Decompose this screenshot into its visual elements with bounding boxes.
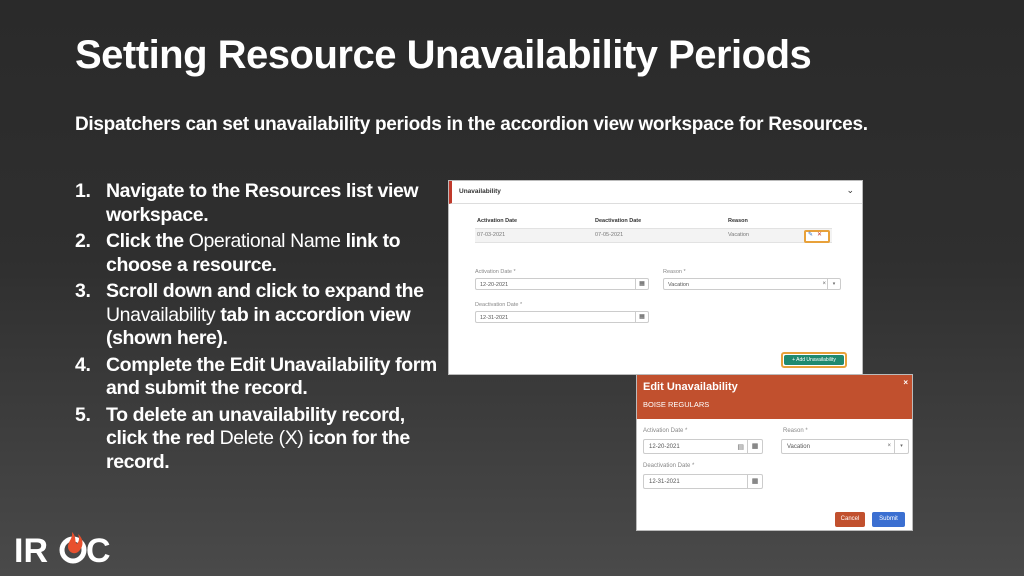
step-emphasis: Operational Name (188, 230, 341, 252)
calendar-icon[interactable]: ▦ (747, 475, 762, 488)
deactivation-label: Deactivation Date * (475, 302, 523, 308)
step-item: 5. To delete an unavailability record, c… (75, 404, 445, 475)
edit-icon[interactable]: ✎ (808, 231, 813, 238)
submit-button[interactable]: Submit (872, 512, 905, 527)
step-text: Complete the Edit Unavailability form an… (106, 353, 437, 400)
modal-header: Edit Unavailability BOISE REGULARS × (637, 375, 912, 419)
activation-label: Activation Date * (475, 269, 516, 275)
step-number: 2. (75, 230, 91, 252)
chevron-down-icon[interactable]: ▾ (894, 440, 908, 453)
cell-activation: 07-03-2021 (477, 232, 506, 238)
iroc-logo: IR C (14, 528, 114, 570)
clear-icon[interactable]: × (822, 281, 826, 287)
accordion-header[interactable]: Unavailability ⌄ (449, 181, 862, 204)
row-actions: ✎ ✕ (804, 230, 830, 243)
step-text: Scroll down and click to expand the (106, 280, 424, 302)
step-item: 1. Navigate to the Resources list view w… (75, 180, 445, 227)
chevron-down-icon[interactable]: ▾ (827, 279, 840, 289)
reason-label: Reason * (783, 428, 808, 434)
calendar-icon[interactable]: ▦ (747, 440, 762, 453)
modal-subtitle: BOISE REGULARS (643, 400, 710, 409)
step-text: Navigate to the Resources list view work… (106, 180, 419, 226)
accordion-title: Unavailability (459, 188, 501, 195)
step-item: 2. Click the Operational Name link to ch… (75, 230, 445, 277)
reason-select[interactable]: Vacation × ▾ (781, 439, 909, 454)
deactivation-input[interactable]: 12-31-2021 ▦ (643, 474, 763, 489)
add-unavailability-highlight: + Add Unavailability (781, 352, 847, 368)
activation-label: Activation Date * (643, 428, 688, 434)
slide-subtitle: Dispatchers can set unavailability perio… (75, 114, 868, 135)
column-reason: Reason (728, 218, 748, 224)
step-number: 5. (75, 403, 91, 426)
activation-value: 12-20-2021 (649, 444, 680, 450)
step-number: 1. (75, 180, 91, 202)
iroc-logo-graphic: IR C (14, 532, 111, 570)
activation-input[interactable]: 12-20-2021 ▤ ▦ (643, 439, 763, 454)
calendar-icon[interactable]: ▦ (635, 312, 648, 322)
step-emphasis: Delete (X) (219, 427, 304, 449)
reason-select[interactable]: Vacation × ▾ (663, 278, 841, 290)
step-text: Click the (106, 230, 189, 252)
modal-title: Edit Unavailability (643, 381, 738, 393)
close-icon[interactable]: × (903, 378, 908, 387)
table-row[interactable]: 07-03-2021 07-05-2021 Vacation ✎ ✕ (475, 228, 832, 243)
clear-icon[interactable]: × (887, 443, 891, 449)
clear-date-icon[interactable]: ▤ (737, 443, 744, 451)
table-header: Activation Date Deactivation Date Reason (475, 215, 832, 225)
deactivation-value: 12-31-2021 (649, 479, 680, 485)
step-number: 3. (75, 280, 91, 302)
step-item: 3. Scroll down and click to expand the U… (75, 280, 445, 351)
delete-icon[interactable]: ✕ (817, 231, 822, 238)
column-activation: Activation Date (477, 218, 518, 224)
cell-deactivation: 07-05-2021 (595, 232, 624, 238)
deactivation-value: 12-31-2021 (480, 315, 509, 321)
steps-list: 1. Navigate to the Resources list view w… (75, 180, 445, 477)
step-item: 4. Complete the Edit Unavailability form… (75, 354, 445, 401)
add-unavailability-button[interactable]: + Add Unavailability (784, 355, 844, 365)
slide-title: Setting Resource Unavailability Periods (75, 33, 812, 77)
deactivation-input[interactable]: 12-31-2021 ▦ (475, 311, 649, 323)
svg-text:C: C (86, 532, 111, 570)
svg-text:IR: IR (14, 532, 48, 570)
accordion-screenshot: Unavailability ⌄ Activation Date Deactiv… (448, 180, 863, 375)
calendar-icon[interactable]: ▦ (635, 279, 648, 289)
activation-value: 12-20-2021 (480, 282, 509, 288)
reason-label: Reason * (663, 269, 686, 275)
edit-modal-screenshot: Edit Unavailability BOISE REGULARS × Act… (636, 374, 913, 531)
reason-value: Vacation (668, 282, 689, 288)
step-number: 4. (75, 353, 91, 376)
cell-reason: Vacation (728, 232, 749, 238)
step-emphasis: Unavailability (106, 303, 216, 326)
cancel-button[interactable]: Cancel (835, 512, 865, 527)
deactivation-label: Deactivation Date * (643, 463, 695, 469)
chevron-down-icon[interactable]: ⌄ (846, 185, 854, 196)
activation-input[interactable]: 12-20-2021 ▦ (475, 278, 649, 290)
column-deactivation: Deactivation Date (595, 218, 642, 224)
reason-value: Vacation (787, 444, 810, 450)
